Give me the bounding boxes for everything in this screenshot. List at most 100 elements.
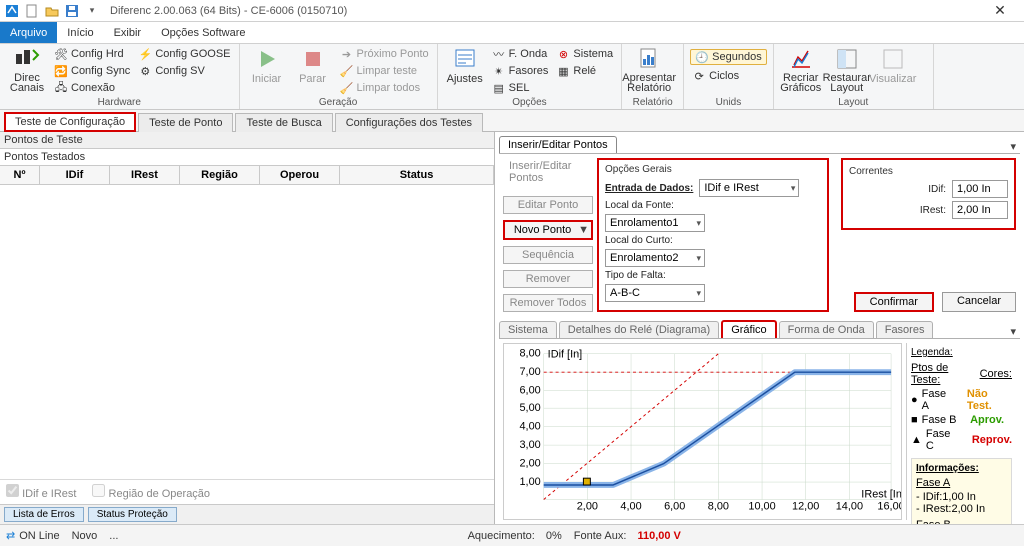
info-title: Informações: — [916, 463, 1007, 474]
svg-text:7,00: 7,00 — [519, 366, 540, 378]
system-icon: ⊗ — [556, 47, 570, 61]
info-fase-a: Fase A — [916, 477, 1007, 489]
config-goose-button[interactable]: ⚡Config GOOSE — [136, 46, 232, 62]
limpar-teste-button[interactable]: 🧹Limpar teste — [338, 63, 431, 79]
edit-buttons-col: Inserir/Editar Pontos Editar Ponto Novo … — [503, 158, 593, 312]
gtab-detalhes[interactable]: Detalhes do Relé (Diagrama) — [559, 321, 719, 338]
col-no[interactable]: Nº — [0, 166, 40, 184]
gtab-sistema[interactable]: Sistema — [499, 321, 557, 338]
idif-label: IDif: — [928, 184, 946, 195]
idif-input[interactable]: 1,00 In — [952, 180, 1008, 198]
tab-teste-busca[interactable]: Teste de Busca — [235, 113, 332, 132]
gtab-fasores[interactable]: Fasores — [876, 321, 934, 338]
svg-text:IRest [In]: IRest [In] — [861, 489, 901, 501]
graph-panel-dropdown-icon[interactable]: ▾ — [1006, 325, 1020, 338]
local-curto-select[interactable]: Enrolamento2 — [605, 249, 705, 267]
gtab-grafico[interactable]: Gráfico — [721, 320, 776, 338]
local-fonte-select[interactable]: Enrolamento1 — [605, 214, 705, 232]
fasores-button[interactable]: ✴Fasores — [490, 63, 551, 79]
config-sv-button[interactable]: ⚙Config SV — [136, 63, 232, 79]
menu-exibir[interactable]: Exibir — [104, 22, 152, 43]
editar-ponto-button[interactable]: Editar Ponto — [503, 196, 593, 214]
ciclos-toggle[interactable]: ⟳Ciclos — [690, 68, 767, 84]
tab-teste-ponto[interactable]: Teste de Ponto — [138, 113, 233, 132]
col-operou[interactable]: Operou — [260, 166, 340, 184]
ribbon-group-opcoes: Ajustes 〰F. Onda ✴Fasores ▤SEL ⊗Sistema … — [438, 44, 623, 109]
tab-teste-configuracao[interactable]: Teste de Configuração — [4, 112, 136, 132]
recriar-graficos-button[interactable]: RecriarGráficos — [780, 46, 822, 93]
save-icon[interactable] — [64, 3, 80, 19]
opcoes-caption: Opções — [444, 96, 616, 108]
bottom-tabs: Lista de Erros Status Proteção — [0, 504, 494, 524]
tab-status-protecao[interactable]: Status Proteção — [88, 507, 177, 522]
ribbon: DirecCanais 🛠Config Hrd 🔁Config Sync 🖧Co… — [0, 44, 1024, 110]
chk-idif-irest[interactable]: IDif e IRest — [6, 484, 76, 500]
remover-todos-button[interactable]: Remover Todos — [503, 294, 593, 312]
cancelar-button[interactable]: Cancelar — [942, 292, 1016, 312]
graph-panel: Sistema Detalhes do Relé (Diagrama) Gráf… — [495, 316, 1024, 524]
chart-area[interactable]: IDif [In] IRest [In] 1,002,003,00 4,005,… — [503, 343, 902, 520]
svg-text:10,00: 10,00 — [748, 500, 775, 512]
col-regiao[interactable]: Região — [180, 166, 260, 184]
sistema-button[interactable]: ⊗Sistema — [554, 46, 615, 62]
sv-icon: ⚙ — [138, 64, 152, 78]
tab-inserir-editar[interactable]: Inserir/Editar Pontos — [499, 136, 617, 153]
tipo-falta-select[interactable]: A-B-C — [605, 284, 705, 302]
menu-inicio[interactable]: Início — [57, 22, 103, 43]
open-icon[interactable] — [44, 3, 60, 19]
bottom-check-row: IDif e IRest Região de Operação — [0, 479, 494, 504]
unids-caption: Unids — [690, 96, 767, 108]
right-pane: Inserir/Editar Pontos ▾ Inserir/Editar P… — [495, 132, 1024, 524]
new-icon[interactable] — [24, 3, 40, 19]
qat-dropdown-icon[interactable]: ▾ — [84, 3, 100, 19]
config-sync-button[interactable]: 🔁Config Sync — [52, 63, 132, 79]
col-status[interactable]: Status — [340, 166, 494, 184]
info-irest: - IRest:2,00 In — [916, 503, 1007, 515]
sel-button[interactable]: ▤SEL — [490, 80, 551, 96]
close-button[interactable]: ✕ — [980, 0, 1020, 22]
layout-caption: Layout — [780, 96, 927, 108]
svg-text:8,00: 8,00 — [708, 500, 729, 512]
col-irest[interactable]: IRest — [110, 166, 180, 184]
legend-title: Legenda: — [911, 347, 1012, 358]
chk-regiao-operacao[interactable]: Região de Operação — [92, 484, 210, 500]
ajustes-button[interactable]: Ajustes — [444, 46, 486, 85]
irest-input[interactable]: 2,00 In — [952, 201, 1008, 219]
irest-label: IRest: — [920, 205, 946, 216]
entrada-dados-select[interactable]: IDif e IRest — [699, 179, 799, 197]
restaurar-layout-button[interactable]: RestaurarLayout — [826, 46, 868, 93]
sequencia-button[interactable]: Sequência — [503, 246, 593, 264]
proximo-ponto-button[interactable]: ➔Próximo Ponto — [338, 46, 431, 62]
iniciar-button[interactable]: Iniciar — [246, 46, 288, 85]
segundos-toggle[interactable]: 🕘Segundos — [690, 49, 767, 65]
fonda-button[interactable]: 〰F. Onda — [490, 46, 551, 62]
tab-config-testes[interactable]: Configurações dos Testes — [335, 113, 483, 132]
svg-text:14,00: 14,00 — [836, 500, 863, 512]
hardware-caption: Hardware — [6, 96, 233, 108]
svg-text:5,00: 5,00 — [519, 402, 540, 414]
limpar-todos-button[interactable]: 🧹Limpar todos — [338, 80, 431, 96]
conexao-button[interactable]: 🖧Conexão — [52, 80, 132, 96]
panel-dropdown-icon[interactable]: ▾ — [1006, 140, 1020, 153]
novo-ponto-button[interactable]: Novo Ponto▼ — [503, 220, 593, 240]
confirmar-button[interactable]: Confirmar — [854, 292, 934, 312]
square-icon: ■ — [911, 414, 918, 426]
sel-icon: ▤ — [492, 81, 506, 95]
gtab-forma-onda[interactable]: Forma de Onda — [779, 321, 874, 338]
remover-button[interactable]: Remover — [503, 270, 593, 288]
status-fonte-aux: Fonte Aux: 110,00 V — [574, 530, 681, 542]
wave-icon: 〰 — [492, 47, 506, 61]
parar-button[interactable]: Parar — [292, 46, 334, 85]
rele-button[interactable]: ▦Relé — [554, 63, 615, 79]
visualizar-button[interactable]: Visualizar — [872, 46, 914, 85]
apresentar-relatorio-button[interactable]: ApresentarRelatório — [628, 46, 670, 93]
tab-lista-erros[interactable]: Lista de Erros — [4, 507, 84, 522]
menu-opcoes-software[interactable]: Opções Software — [151, 22, 255, 43]
col-idif[interactable]: IDif — [40, 166, 110, 184]
config-hrd-button[interactable]: 🛠Config Hrd — [52, 46, 132, 62]
geracao-caption: Geração — [246, 96, 431, 108]
menu-arquivo[interactable]: Arquivo — [0, 22, 57, 43]
direc-canais-button[interactable]: DirecCanais — [6, 46, 48, 93]
info-idif: - IDif:1,00 In — [916, 491, 1007, 503]
svg-text:6,00: 6,00 — [664, 500, 685, 512]
